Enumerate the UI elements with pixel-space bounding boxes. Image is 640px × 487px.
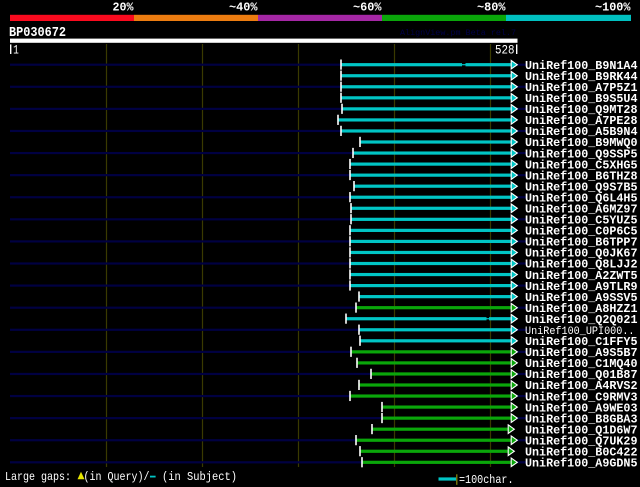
svg-text:20%: 20% — [113, 1, 135, 15]
svg-text:UniRef100_Q2Q021: UniRef100_Q2Q021 — [525, 313, 638, 327]
svg-text:~80%: ~80% — [477, 1, 506, 15]
svg-text:=100char.: =100char. — [459, 473, 514, 487]
svg-text:AlignView.pm Beta rel.7: AlignView.pm Beta rel.7 — [400, 28, 516, 38]
svg-text:(in Query)/: (in Query)/ — [84, 470, 150, 484]
svg-text:~100%: ~100% — [595, 1, 631, 15]
svg-text:(in Subject): (in Subject) — [162, 470, 237, 484]
svg-text:Large gaps:: Large gaps: — [5, 470, 71, 484]
svg-text:1: 1 — [13, 44, 19, 58]
svg-text:~40%: ~40% — [229, 1, 258, 15]
svg-text:UniRef100_A9GDN5: UniRef100_A9GDN5 — [525, 457, 638, 471]
svg-text:528: 528 — [495, 44, 515, 58]
svg-text:~60%: ~60% — [353, 1, 382, 15]
